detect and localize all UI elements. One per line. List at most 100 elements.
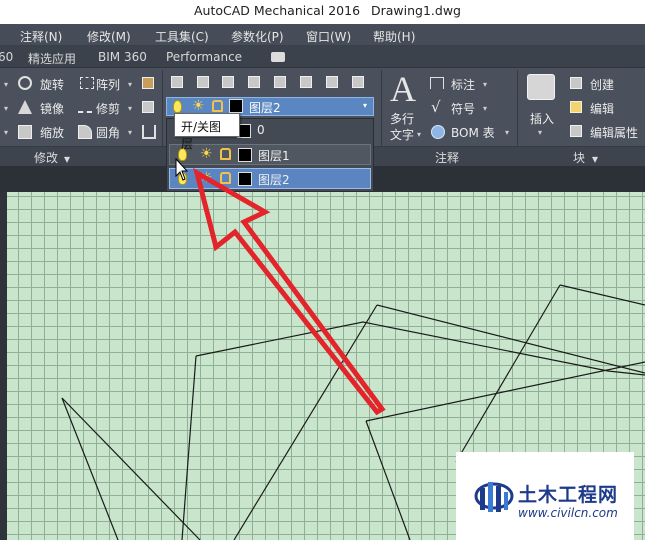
insert-dropdown-icon[interactable]: ▾	[538, 128, 542, 137]
polyline-shape-5	[376, 304, 645, 374]
insert-button[interactable]: 插入	[530, 110, 554, 127]
menu-parametric[interactable]: 参数化(P)	[231, 28, 284, 45]
edit-block-icon	[570, 101, 582, 113]
lock-icon[interactable]	[220, 148, 231, 160]
title-bar: AutoCAD Mechanical 2016 Drawing1.dwg	[0, 0, 645, 24]
bom-icon	[431, 125, 445, 139]
dimension-dropdown-icon[interactable]: ▾	[483, 80, 487, 89]
polyline-shape-4	[195, 321, 645, 376]
menu-modify[interactable]: 修改(M)	[87, 28, 131, 45]
layer-row[interactable]: ☀ 图层1	[169, 144, 371, 165]
fillet-icon	[78, 125, 92, 139]
app-title: AutoCAD Mechanical 2016	[194, 3, 361, 18]
layer-freeze-icon[interactable]	[300, 76, 312, 88]
symbol-button[interactable]: 符号	[451, 100, 475, 117]
layer-row-selected[interactable]: ☀ 图层2	[169, 168, 371, 189]
menu-help[interactable]: 帮助(H)	[373, 28, 415, 45]
polyline-shape-8	[365, 420, 411, 540]
document-title: Drawing1.dwg	[371, 3, 461, 18]
trim-icon	[78, 101, 92, 113]
array-icon	[80, 77, 94, 89]
layer-state-icon[interactable]	[197, 76, 209, 88]
explode-icon[interactable]	[142, 77, 154, 89]
tab-bim-360-partial[interactable]: 60	[0, 50, 13, 64]
color-swatch[interactable]	[238, 172, 252, 186]
dropdown-arrow-icon[interactable]: ▾	[4, 80, 8, 89]
canvas-left-edge	[0, 192, 7, 540]
lock-icon	[212, 100, 223, 112]
bom-dropdown-icon[interactable]: ▾	[505, 128, 509, 137]
dropdown-arrow-icon[interactable]: ▾	[4, 128, 8, 137]
create-block-icon	[570, 77, 582, 89]
dimension-button[interactable]: 标注	[451, 76, 475, 93]
modify-panel-expand-icon[interactable]: ▾	[64, 152, 70, 166]
lock-icon[interactable]	[220, 172, 231, 184]
layer-previous-icon[interactable]	[222, 76, 234, 88]
edit-attributes-button[interactable]: 编辑属性	[590, 124, 638, 141]
array-button[interactable]: 阵列	[96, 76, 120, 93]
multiline-text-icon[interactable]: A	[390, 68, 416, 110]
bulb-icon	[173, 100, 182, 113]
tooltip: 开/关图层	[174, 113, 240, 151]
symbol-dropdown-icon[interactable]: ▾	[483, 104, 487, 113]
layer-name: 图层1	[258, 149, 290, 163]
edit-block-button[interactable]: 编辑	[590, 100, 614, 117]
autocad-window: AutoCAD Mechanical 2016 Drawing1.dwg 注释(…	[0, 0, 645, 540]
watermark: 土木工程网 www.civilcn.com	[456, 452, 634, 540]
stretch-icon[interactable]	[142, 101, 154, 113]
tab-featured-apps[interactable]: 精选应用	[28, 50, 76, 67]
mouse-cursor-icon	[175, 158, 189, 181]
color-swatch[interactable]	[238, 148, 252, 162]
modify-panel-title[interactable]: 修改	[34, 149, 58, 166]
insert-block-icon[interactable]	[527, 74, 555, 100]
polyline-shape-10	[455, 284, 561, 463]
polyline-shape-3	[181, 355, 197, 540]
dropdown-arrow-icon[interactable]: ▾	[4, 104, 8, 113]
civilcn-logo-icon	[474, 482, 514, 512]
layer-properties-icon[interactable]	[171, 76, 183, 88]
array-dropdown-icon[interactable]: ▾	[128, 80, 132, 89]
annotation-panel-title[interactable]: 注释	[435, 149, 459, 166]
sun-icon[interactable]: ☀	[200, 170, 213, 186]
sun-icon[interactable]: ☀	[200, 146, 213, 162]
ribbon-options-icon[interactable]	[271, 52, 285, 62]
fillet-button[interactable]: 圆角	[96, 124, 120, 141]
menu-window[interactable]: 窗口(W)	[306, 28, 351, 45]
create-block-button[interactable]: 创建	[590, 76, 614, 93]
tab-performance[interactable]: Performance	[166, 50, 242, 64]
tab-bim-360[interactable]: BIM 360	[98, 50, 147, 64]
menu-annotate[interactable]: 注释(N)	[20, 28, 62, 45]
multiline-text-label-1[interactable]: 多行	[390, 110, 414, 127]
block-panel-title[interactable]: 块	[573, 149, 585, 166]
block-panel-expand-icon[interactable]: ▾	[592, 152, 598, 166]
layer-name: 图层2	[258, 173, 290, 187]
layer-isolate-icon[interactable]	[248, 76, 260, 88]
polyline-shape-6	[233, 304, 378, 540]
multiline-text-label-2[interactable]: 文字	[390, 126, 414, 143]
menu-bar: 注释(N) 修改(M) 工具集(C) 参数化(P) 窗口(W) 帮助(H)	[0, 24, 645, 46]
sun-icon: ☀	[192, 98, 205, 114]
scale-button[interactable]: 缩放	[40, 124, 64, 141]
trim-dropdown-icon[interactable]: ▾	[128, 104, 132, 113]
bom-button[interactable]: BOM 表	[451, 124, 495, 141]
rotate-button[interactable]: 旋转	[40, 76, 64, 93]
trim-button[interactable]: 修剪	[96, 100, 120, 117]
layer-unisolate-icon[interactable]	[274, 76, 286, 88]
watermark-title: 土木工程网	[518, 484, 619, 506]
mirror-button[interactable]: 镜像	[40, 100, 64, 117]
polyline-shape-7	[365, 361, 645, 422]
text-dropdown-icon[interactable]: ▾	[417, 130, 421, 139]
polyline-shape-2	[61, 397, 201, 540]
layer-off-icon[interactable]	[326, 76, 338, 88]
layer-dropdown-arrow-icon[interactable]: ▾	[363, 101, 367, 110]
offset-icon[interactable]	[142, 125, 156, 139]
mirror-icon	[18, 100, 32, 114]
layer-lock-icon[interactable]	[352, 76, 364, 88]
polyline-shape-1	[61, 397, 119, 540]
menu-toolsets[interactable]: 工具集(C)	[155, 28, 209, 45]
polyline-shape-9	[559, 284, 645, 306]
watermark-url: www.civilcn.com	[518, 506, 618, 520]
scale-icon	[18, 125, 32, 139]
symbol-icon: √	[431, 98, 441, 116]
fillet-dropdown-icon[interactable]: ▾	[128, 128, 132, 137]
